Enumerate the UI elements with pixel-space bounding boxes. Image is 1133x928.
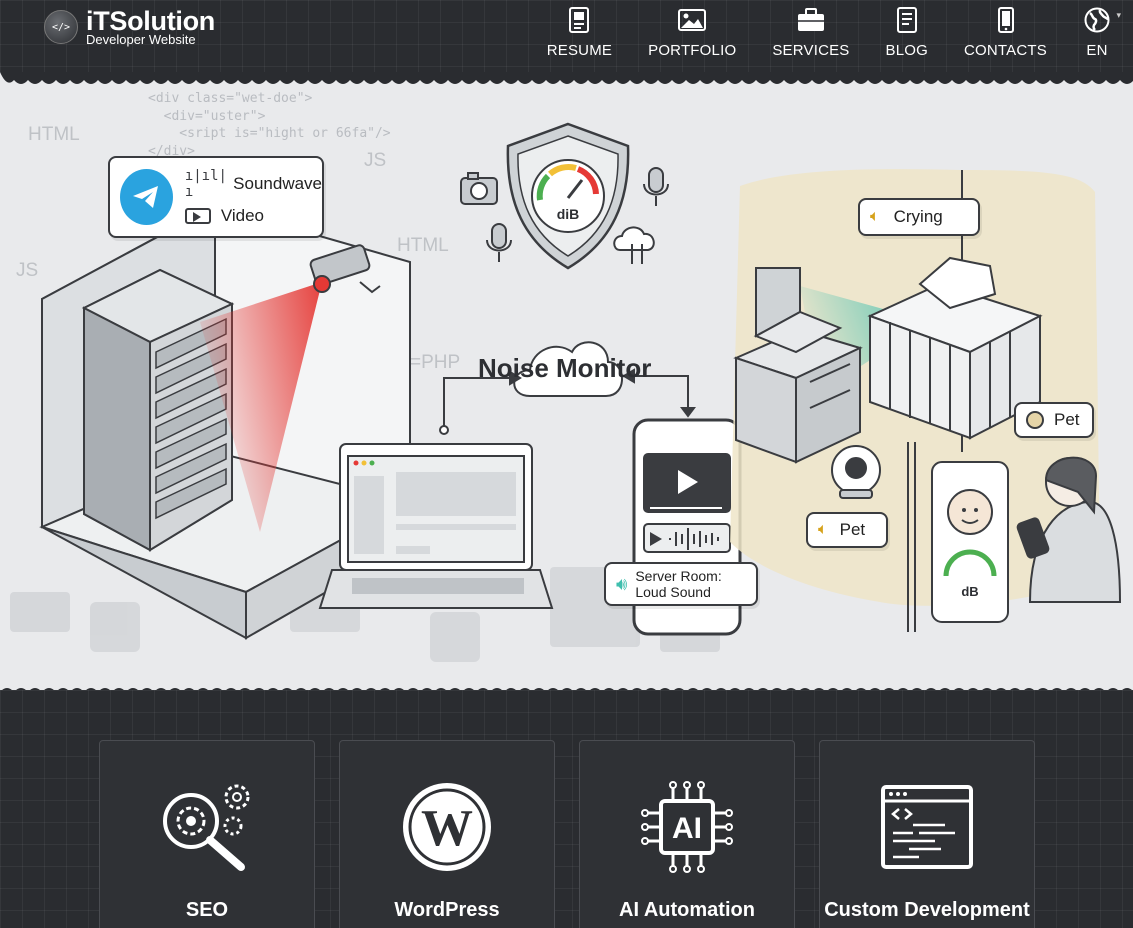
wave-divider-top	[0, 72, 1133, 84]
speaker-icon: 🔈︎	[818, 521, 828, 538]
pet-alert-bubble-bottom: 🔈︎ Pet	[806, 512, 888, 548]
services-section: SEO W WordPress AI AI Automation Custom …	[0, 690, 1133, 928]
microphone-icon	[486, 223, 512, 262]
laptop-icon	[318, 443, 554, 609]
pet-alert-bubble-top: Pet	[1014, 402, 1094, 438]
service-card-wordpress[interactable]: W WordPress	[339, 740, 555, 928]
nav-item-portfolio[interactable]: PORTFOLIO	[648, 6, 736, 59]
service-card-custom-development[interactable]: Custom Development	[819, 740, 1035, 928]
service-label: SEO	[185, 899, 229, 921]
phone-meter-label: dB	[961, 584, 978, 599]
hero-illustration: <div class="wet-doe"> <div="uster"> <sri…	[0, 72, 1133, 694]
telegram-alert-bubble: ı|ıl|ı Soundwave Video	[108, 156, 324, 238]
crying-alert-bubble: 🔈︎ Crying	[858, 198, 980, 236]
pet-camera-icon	[1026, 411, 1044, 429]
video-icon	[184, 208, 211, 224]
notebook-icon	[893, 6, 921, 34]
microphone-icon	[643, 167, 669, 206]
site-header: </> iTSolution Developer Website RESUME …	[0, 0, 1133, 82]
logo[interactable]: </> iTSolution Developer Website	[44, 8, 215, 46]
nav-item-services[interactable]: SERVICES	[772, 6, 849, 59]
wordpress-icon: W	[399, 779, 495, 875]
image-icon	[678, 6, 707, 34]
camera-icon	[460, 172, 498, 205]
ai-chip-icon: AI	[639, 779, 735, 875]
nav-item-language[interactable]: ▾ EN	[1083, 6, 1121, 59]
briefcase-icon	[797, 6, 825, 34]
chevron-down-icon: ▾	[1116, 10, 1121, 20]
globe-icon	[1083, 6, 1111, 34]
nav-item-contacts[interactable]: CONTACTS	[964, 6, 1047, 59]
nav-item-resume[interactable]: RESUME	[547, 6, 612, 59]
nav-item-blog[interactable]: BLOG	[886, 6, 928, 59]
resume-icon	[565, 6, 593, 34]
cloud-sync-icon	[613, 226, 655, 264]
service-label: Custom Development	[824, 899, 1030, 921]
speaker-icon: 🔈︎	[870, 208, 880, 225]
logo-icon: </>	[44, 10, 78, 44]
server-room-alert: 🔊︎ Server Room: Loud Sound	[604, 562, 758, 606]
phone-icon	[992, 6, 1020, 34]
telegram-icon	[120, 169, 173, 225]
service-card-seo[interactable]: SEO	[99, 740, 315, 928]
shield-meter-icon: diB	[506, 122, 630, 270]
hero-title: Noise Monitor	[478, 353, 652, 383]
speaker-icon: 🔊︎	[616, 573, 628, 594]
seo-gears-icon	[159, 779, 255, 875]
brand-title: iTSolution	[86, 6, 215, 36]
service-label: AI Automation	[619, 899, 755, 921]
svg-text:AI: AI	[672, 812, 702, 845]
svg-text:W: W	[421, 800, 473, 857]
meter-label: diB	[557, 206, 580, 222]
soundwave-icon: ı|ıl|ı	[184, 168, 227, 200]
main-nav: RESUME PORTFOLIO SERVICES BLOG CONTACTS	[511, 6, 1121, 59]
parent-phone: dB	[931, 461, 1009, 623]
service-label: WordPress	[394, 899, 500, 921]
service-card-ai-automation[interactable]: AI AI Automation	[579, 740, 795, 928]
code-window-icon	[879, 779, 975, 875]
